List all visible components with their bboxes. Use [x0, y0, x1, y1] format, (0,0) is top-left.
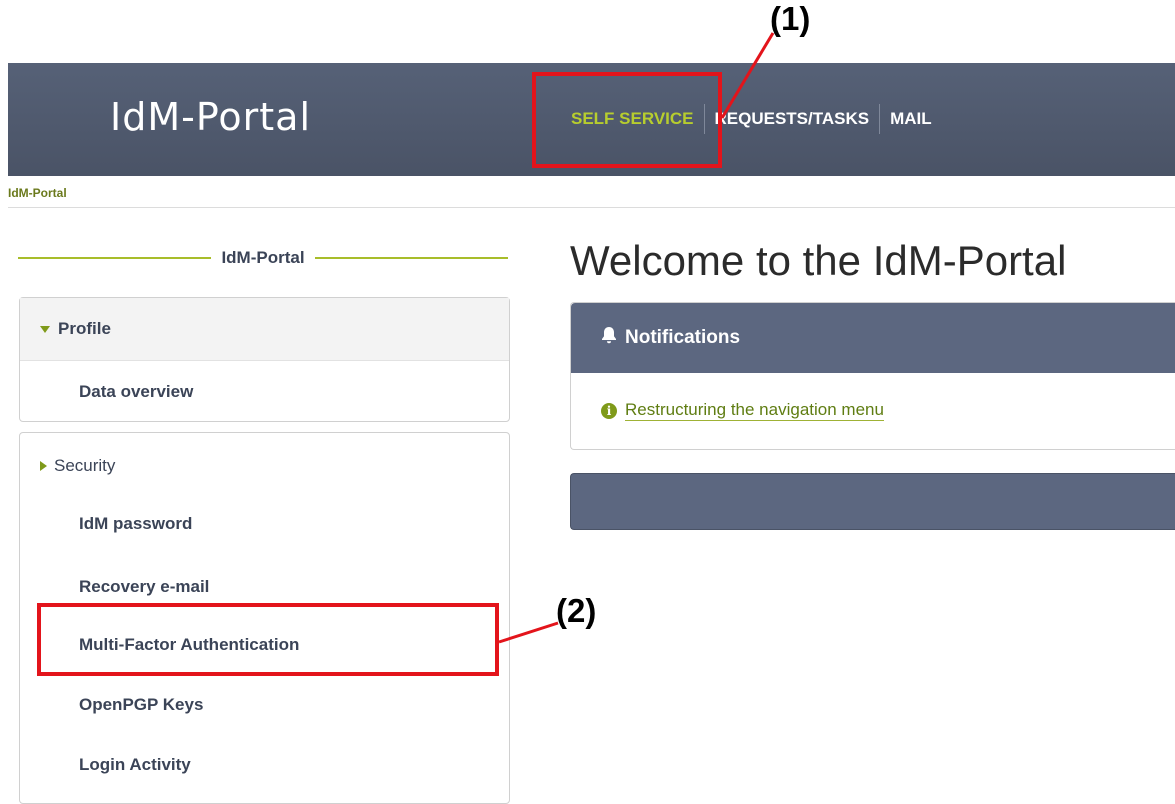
notifications-body: i Restructuring the navigation menu	[571, 373, 1175, 448]
sidebar-title-line	[18, 257, 212, 259]
sidebar-item-idm-password[interactable]: IdM password	[79, 514, 192, 534]
annotation-box-2	[37, 603, 499, 676]
sidebar-title-text: IdM-Portal	[221, 248, 305, 267]
caret-right-icon	[40, 461, 47, 471]
sidebar-profile-header[interactable]: Profile	[20, 298, 509, 361]
annotation-label-2: (2)	[556, 592, 597, 629]
notification-link[interactable]: Restructuring the navigation menu	[625, 400, 884, 421]
info-icon: i	[601, 402, 617, 419]
nav-requests-tasks[interactable]: REQUESTS/TASKS	[715, 109, 870, 129]
app-logo[interactable]: IdM-Portal	[110, 95, 311, 139]
sidebar-security-label: Security	[54, 456, 116, 475]
annotation-label-1: (1)	[770, 0, 811, 37]
sidebar-title-line	[314, 257, 509, 259]
sidebar-item-recovery-email[interactable]: Recovery e-mail	[79, 577, 209, 597]
caret-down-icon	[40, 325, 50, 333]
sidebar-item-login-activity[interactable]: Login Activity	[79, 755, 191, 775]
sidebar-security-header[interactable]: Security	[40, 456, 115, 476]
notifications-panel: Notifications i Restructuring the naviga…	[570, 302, 1175, 450]
notifications-header: Notifications	[571, 303, 1175, 373]
breadcrumb-divider	[8, 207, 1175, 208]
sidebar-profile-section: Profile Data overview	[19, 297, 510, 422]
annotation-box-1	[532, 72, 722, 168]
sidebar-profile-label: Profile	[58, 319, 111, 338]
breadcrumb[interactable]: IdM-Portal	[8, 186, 67, 200]
sidebar-item-openpgp-keys[interactable]: OpenPGP Keys	[79, 695, 203, 715]
nav-mail[interactable]: MAIL	[890, 109, 932, 129]
bell-icon	[601, 326, 617, 350]
page-title: Welcome to the IdM-Portal	[570, 237, 1067, 284]
sidebar-item-data-overview[interactable]: Data overview	[79, 382, 193, 402]
notifications-title: Notifications	[625, 327, 741, 348]
nav-divider	[879, 104, 881, 134]
secondary-panel-header	[570, 473, 1175, 530]
sidebar-title: IdM-Portal	[18, 248, 509, 268]
